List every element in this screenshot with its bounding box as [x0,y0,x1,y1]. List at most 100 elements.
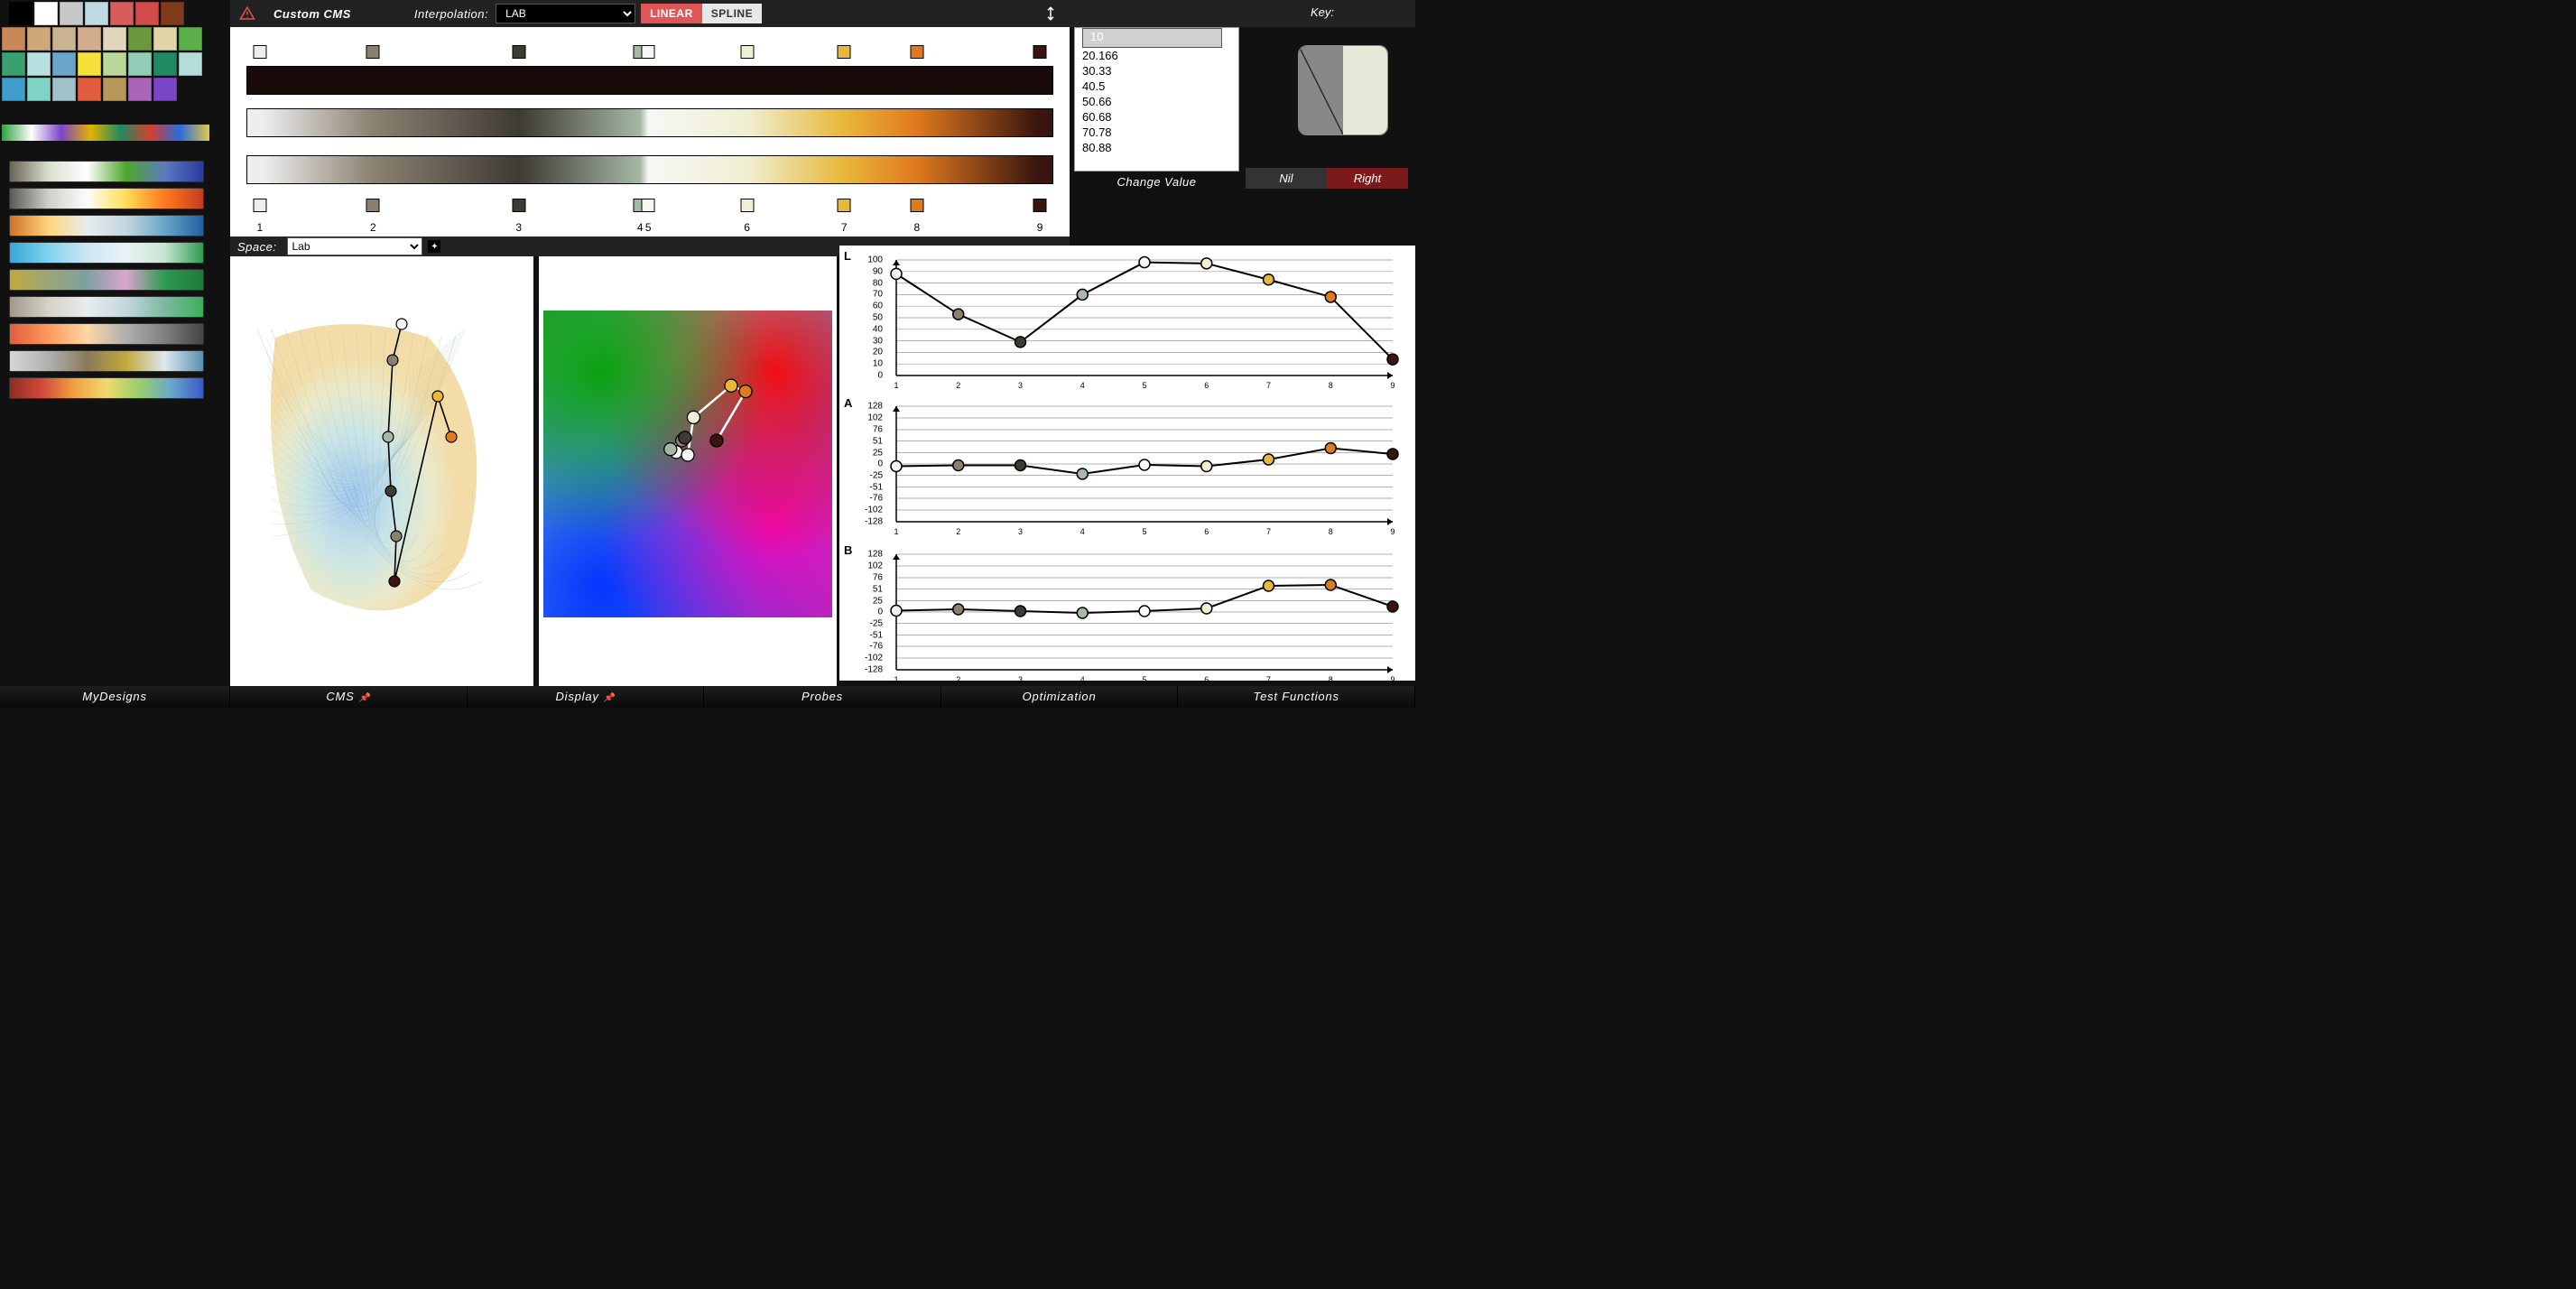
key-marker[interactable] [366,45,380,59]
chroma-point[interactable] [739,385,752,398]
chart-point[interactable] [1077,468,1088,479]
chart-point[interactable] [891,461,902,472]
tab-cms[interactable]: CMS 📌 [230,686,468,708]
palette-swatch[interactable] [52,78,76,101]
chart-point[interactable] [953,309,964,320]
palette-swatch[interactable] [128,78,152,101]
gradient-bar-mid[interactable] [246,108,1053,137]
key-list-item[interactable]: 30.33 [1075,63,1238,79]
palette-swatch[interactable] [27,27,51,51]
space3d-point[interactable] [432,391,443,402]
palette-swatch[interactable] [135,2,159,25]
preset-item[interactable] [9,242,204,264]
preset-item[interactable] [9,296,204,318]
key-marker[interactable] [512,45,525,59]
space-settings-icon[interactable]: ✦ [428,240,440,253]
key-marker[interactable] [910,45,923,59]
color-space-3d-view[interactable] [230,256,533,686]
preset-item[interactable] [9,377,204,399]
key-marker[interactable] [1033,45,1047,59]
chart-L[interactable]: 0102030405060708090100123456789 [885,253,1404,394]
chart-point[interactable] [1139,459,1150,470]
palette-swatch[interactable] [179,52,202,76]
palette-swatch[interactable] [2,52,25,76]
space3d-point[interactable] [446,431,457,442]
key-marker[interactable] [910,199,923,212]
chroma-point[interactable] [679,431,691,444]
key-marker[interactable] [253,45,266,59]
space-select[interactable]: LabRGBHSVLCH [287,237,422,255]
palette-swatch[interactable] [78,52,101,76]
palette-swatch[interactable] [78,27,101,51]
tab-mydesigns[interactable]: MyDesigns [0,686,230,708]
palette-swatch[interactable] [34,2,58,25]
chroma-point[interactable] [725,379,737,392]
interp-linear-button[interactable]: LINEAR [641,4,702,23]
tab-display[interactable]: Display 📌 [468,686,705,708]
chart-point[interactable] [1077,607,1088,618]
palette-swatch[interactable] [179,27,202,51]
palette-swatch[interactable] [52,52,76,76]
chart-point[interactable] [1015,337,1026,348]
palette-swatch[interactable] [153,27,177,51]
preset-item[interactable] [9,215,204,236]
key-marker[interactable] [838,199,851,212]
interpolation-select[interactable]: LABRGBHSV [496,4,635,23]
palette-swatch[interactable] [153,52,177,76]
palette-swatch[interactable] [103,27,126,51]
chart-point[interactable] [1201,603,1212,614]
chart-point[interactable] [1077,289,1088,300]
palette-swatch[interactable] [153,78,177,101]
chart-point[interactable] [1264,580,1274,591]
nil-button[interactable]: Nil [1246,168,1327,189]
preset-item[interactable] [9,323,204,345]
tab-probes[interactable]: Probes [704,686,941,708]
chart-point[interactable] [1264,454,1274,465]
key-marker[interactable] [740,45,754,59]
chroma-point[interactable] [681,449,694,461]
palette-swatch[interactable] [2,78,25,101]
key-marker[interactable] [512,199,525,212]
palette-swatch[interactable] [78,78,101,101]
preset-item[interactable] [9,161,204,182]
key-marker[interactable] [838,45,851,59]
chart-point[interactable] [1325,580,1336,590]
space3d-point[interactable] [389,576,400,587]
chart-B[interactable]: -128-102-76-51-250255176102128123456789 [885,547,1404,688]
expand-vertical-icon[interactable] [1042,5,1059,22]
space3d-point[interactable] [391,531,402,542]
preset-item[interactable] [9,269,204,291]
key-list-item[interactable]: 40.5 [1075,79,1238,94]
chroma-point[interactable] [710,434,723,447]
key-list-item[interactable]: 50.66 [1075,94,1238,109]
chart-point[interactable] [1325,292,1336,302]
key-list-item[interactable]: 80.88 [1075,140,1238,155]
chart-point[interactable] [1201,461,1212,472]
chart-point[interactable] [1015,606,1026,617]
chart-point[interactable] [1387,449,1398,459]
gradient-bar-bottom[interactable] [246,155,1053,184]
chart-point[interactable] [1139,606,1150,617]
space3d-point[interactable] [396,319,407,329]
space3d-point[interactable] [387,355,398,366]
palette-swatch[interactable] [85,2,108,25]
chart-point[interactable] [891,268,902,279]
palette-swatch[interactable] [2,27,25,51]
palette-swatch[interactable] [110,2,134,25]
spectrum-bar[interactable] [2,125,209,141]
preset-item[interactable] [9,188,204,209]
key-list-item[interactable]: 70.78 [1075,125,1238,140]
chart-A[interactable]: -128-102-76-51-250255176102128123456789 [885,399,1404,540]
key-marker[interactable] [1033,199,1047,212]
chroma-point[interactable] [687,411,700,423]
chart-point[interactable] [1201,258,1212,269]
key-marker[interactable] [642,199,655,212]
chart-point[interactable] [1387,601,1398,612]
chart-point[interactable] [1139,257,1150,268]
tab-test-functions[interactable]: Test Functions [1178,686,1415,708]
chart-point[interactable] [953,460,964,471]
chart-point[interactable] [1387,354,1398,365]
key-list[interactable]: 1020.16630.3340.550.6660.6870.7880.88 [1074,27,1239,172]
palette-swatch[interactable] [128,52,152,76]
chroma-point[interactable] [664,443,677,456]
